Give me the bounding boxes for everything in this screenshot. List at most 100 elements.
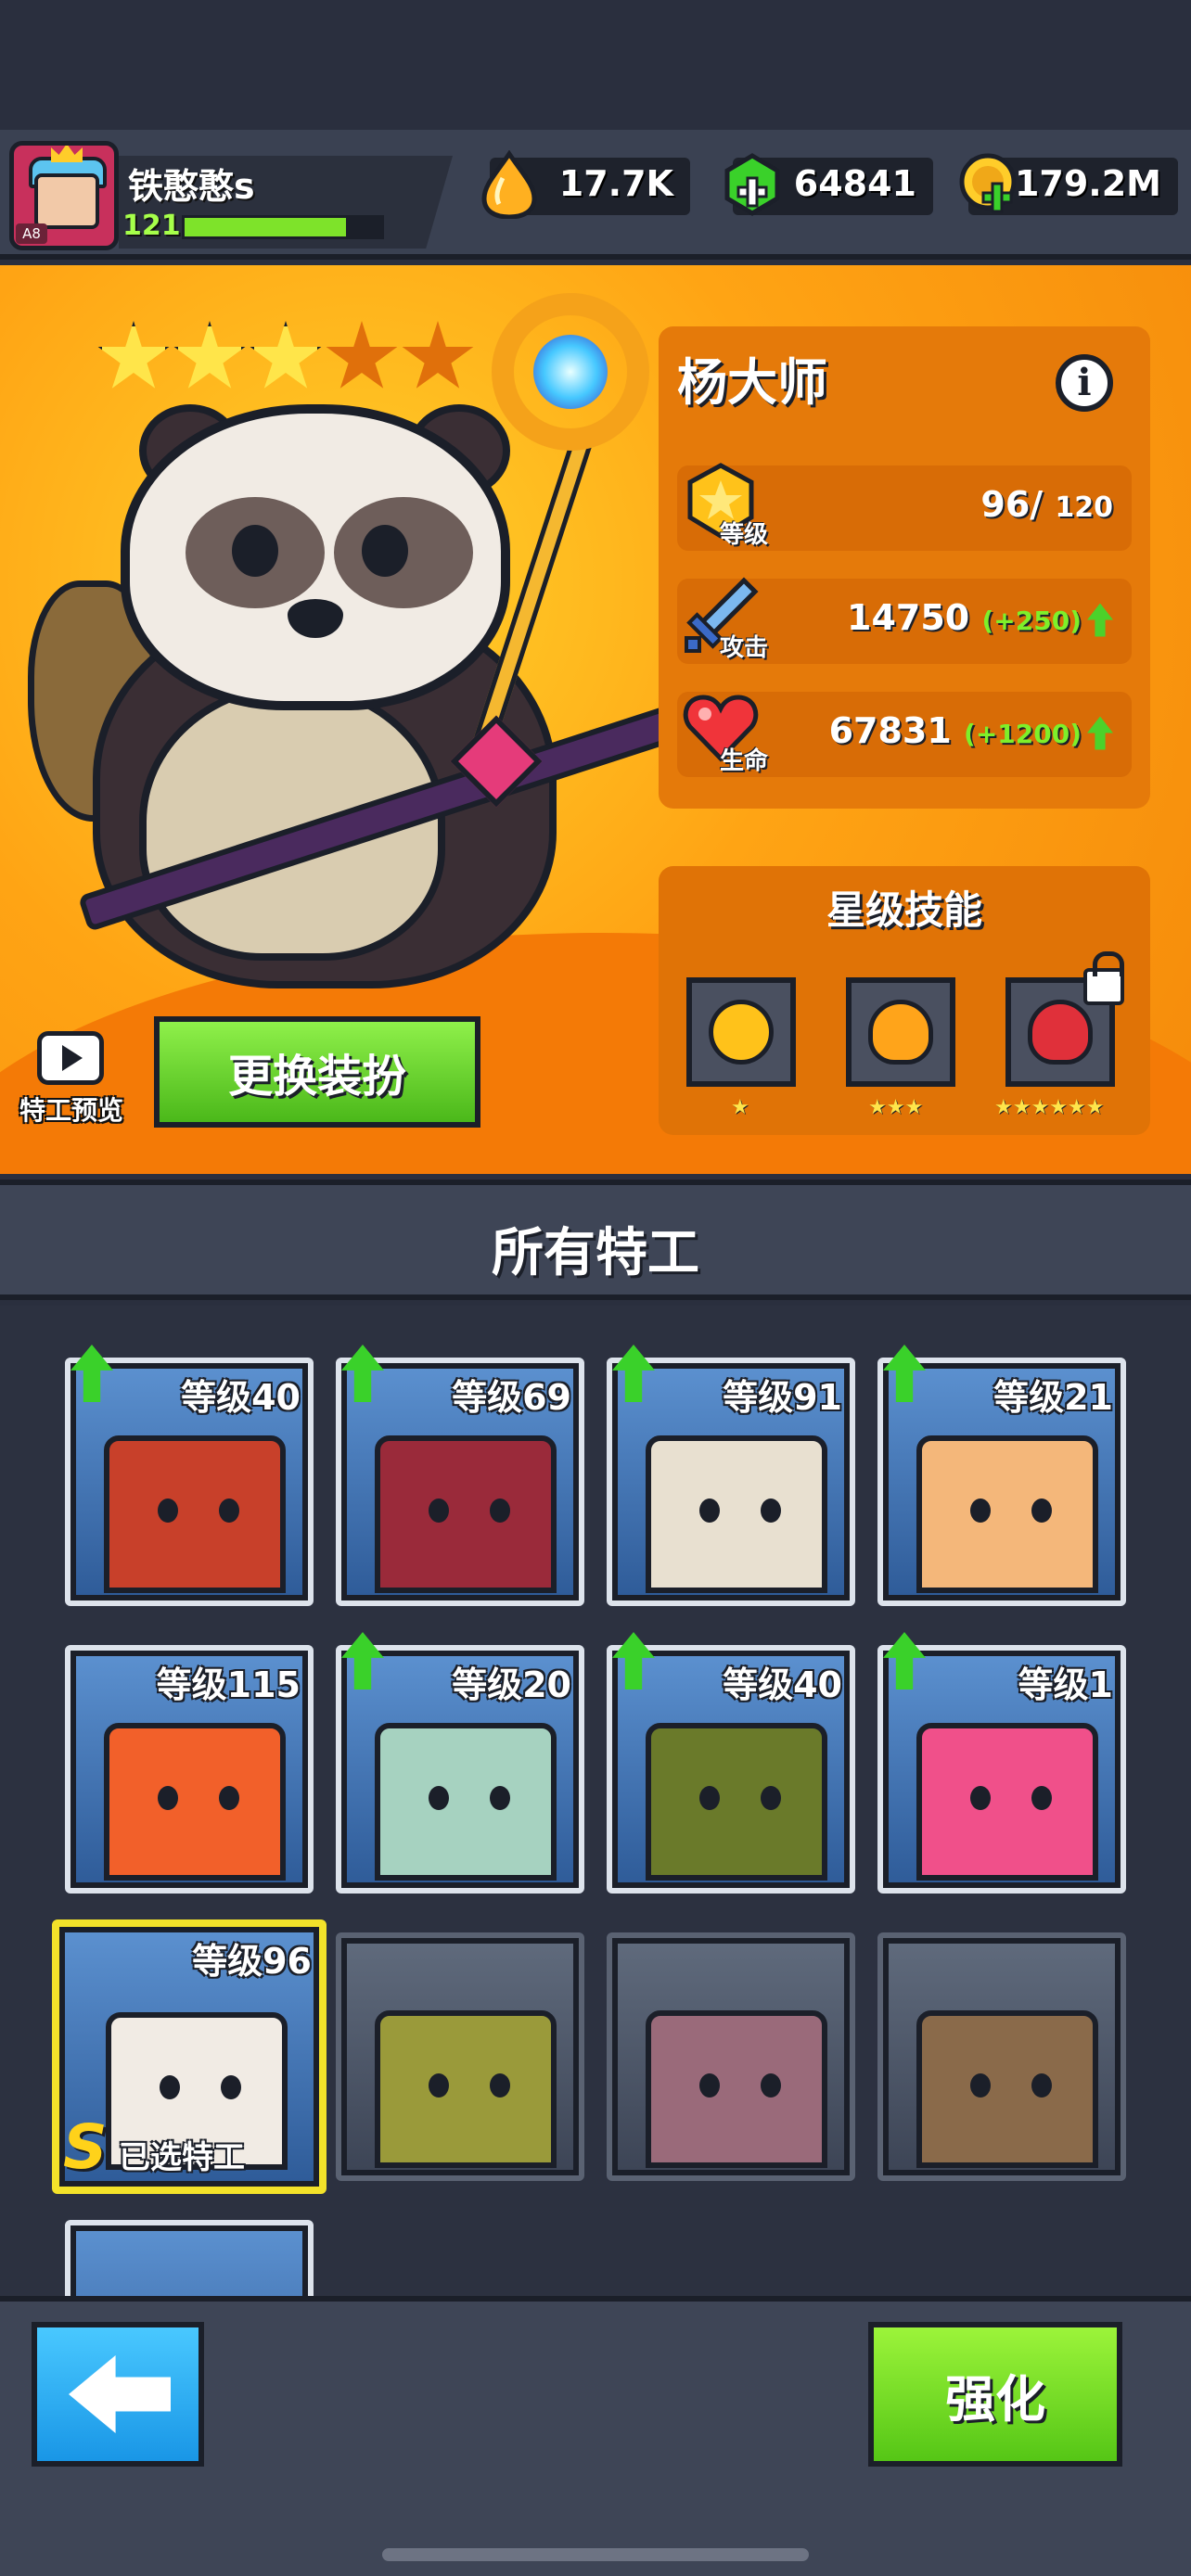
tv-play-icon (37, 1031, 104, 1085)
agent-card[interactable]: 等级96 S 已选特工 (52, 1919, 327, 2194)
change-outfit-button[interactable]: 更换装扮 (154, 1016, 480, 1128)
star-empty-icon (402, 321, 474, 389)
agent-card[interactable] (607, 1932, 855, 2181)
stat-value: 14750 (+250) (847, 597, 1113, 638)
hero-eye (362, 525, 408, 577)
skill-slot-1[interactable] (686, 977, 796, 1087)
hero-nose (288, 599, 343, 638)
currency-coins[interactable]: 179.2M (959, 153, 1178, 215)
agent-eye (219, 1498, 239, 1523)
star-skills-panel: 星级技能 ★ ★★★ ★★★★★★ (659, 866, 1150, 1135)
agent-card[interactable] (336, 1932, 584, 2181)
agent-eye (761, 2073, 781, 2098)
currency-value: 64841 (793, 163, 916, 204)
yin-yang-icon (709, 1000, 774, 1065)
agent-level: 等级40 (181, 1377, 301, 1418)
agent-card[interactable]: 等级21 (877, 1345, 1126, 1606)
agent-eye (970, 1786, 991, 1810)
agent-eye (970, 1498, 991, 1523)
agent-card[interactable]: 等级40 (607, 1632, 855, 1894)
agent-portrait (646, 2010, 827, 2168)
back-button[interactable] (32, 2322, 204, 2467)
bottom-bar: 强化 (0, 2296, 1191, 2576)
level-max: 120 (1055, 491, 1113, 524)
flame-spirit-icon (868, 1000, 933, 1065)
agent-portrait (104, 1723, 286, 1881)
agent-eye (490, 2073, 510, 2098)
star-filled-icon (173, 321, 246, 389)
agent-portrait (916, 2010, 1098, 2168)
currency-gems[interactable]: 64841 (724, 153, 933, 216)
agent-card[interactable]: 等级115 (65, 1645, 314, 1894)
agent-level: 等级21 (993, 1377, 1113, 1418)
agent-eye (490, 1498, 510, 1523)
skill-slot-3[interactable] (1005, 951, 1124, 1087)
agent-eye (699, 2073, 720, 2098)
agent-eye (429, 2073, 449, 2098)
lock-icon (1083, 951, 1124, 1005)
section-title: 所有特工 (492, 1223, 699, 1283)
level-current: 96/ (980, 484, 1044, 525)
agent-level: 等级1 (1018, 1664, 1113, 1705)
left-arrow-icon (69, 2355, 171, 2433)
health-bonus: (+1200) (964, 719, 1082, 749)
agent-eye (429, 1498, 449, 1523)
health-value: 67831 (828, 710, 952, 751)
agent-portrait (375, 1723, 557, 1881)
hero-name: 杨大师 (677, 353, 827, 412)
agent-card[interactable]: 等级20 (336, 1632, 584, 1894)
agent-level: 等级40 (723, 1664, 842, 1705)
agent-card[interactable]: 等级69 (336, 1345, 584, 1606)
player-avatar[interactable]: A8 (9, 141, 119, 250)
agent-card[interactable]: 等级1 (877, 1632, 1126, 1894)
up-arrow-icon (1087, 603, 1113, 637)
agent-portrait (646, 1435, 827, 1593)
info-icon[interactable]: i (1056, 354, 1113, 412)
agent-eye (970, 2073, 991, 2098)
currency-energy[interactable]: 17.7K (481, 150, 690, 219)
agent-card[interactable]: 等级91 (607, 1345, 855, 1606)
agent-eye (160, 2075, 180, 2099)
xp-bar-fill (185, 218, 346, 236)
agent-portrait (375, 1435, 557, 1593)
currency-value: 17.7K (558, 163, 673, 204)
agent-card[interactable] (65, 2220, 314, 2298)
agent-card[interactable] (877, 1932, 1126, 2181)
player-header: A8 铁憨憨s 121 17.7K 64841 179.2M (0, 130, 1191, 260)
flame-drop-icon (481, 150, 537, 219)
avatar-face (34, 173, 99, 229)
home-indicator[interactable] (382, 2548, 809, 2561)
agent-card[interactable]: 等级40 (65, 1345, 314, 1606)
stat-value: 67831 (+1200) (829, 710, 1113, 751)
crown-icon (51, 146, 83, 162)
agent-eye (221, 2075, 241, 2099)
agents-grid: 等级40 等级69 等级91 等级21 等级115 等级20 等级40 等级1 等级96 S 已选特… (0, 1306, 1191, 2298)
status-bar-area (0, 0, 1191, 130)
skill-stars: ★★★ (868, 1096, 924, 1119)
star-skills-title: 星级技能 (826, 887, 982, 933)
star-empty-icon (326, 321, 398, 389)
upgrade-button[interactable]: 强化 (868, 2322, 1122, 2467)
agent-portrait (375, 2010, 557, 2168)
stat-label: 攻击 (720, 634, 769, 662)
hero-showcase: 特工预览 更换装扮 杨大师 i 等级 96/ 120 攻击 14750 (+25… (0, 265, 1191, 1174)
stat-row-level: 等级 96/ 120 (677, 463, 1132, 551)
agent-eye (1031, 1786, 1052, 1810)
green-gem-plus-icon (724, 153, 780, 216)
staff-orb (533, 335, 608, 409)
agent-preview-button[interactable]: 特工预览 (11, 1026, 132, 1128)
selected-agent-label: 已选特工 (119, 2139, 245, 2176)
avatar-tag: A8 (16, 223, 47, 244)
rank-badge: S (63, 2111, 108, 2183)
xp-bar (182, 215, 384, 239)
up-arrow-icon (1087, 716, 1113, 750)
star-filled-icon (250, 321, 322, 389)
agent-card-background (76, 2231, 302, 2298)
skill-slot-2[interactable] (846, 977, 955, 1087)
agent-level: 等级115 (156, 1664, 301, 1705)
currency-value: 179.2M (1014, 163, 1161, 204)
agent-portrait (916, 1435, 1098, 1593)
agent-portrait (646, 1723, 827, 1881)
agent-eye (158, 1498, 178, 1523)
stat-label: 等级 (720, 521, 769, 549)
